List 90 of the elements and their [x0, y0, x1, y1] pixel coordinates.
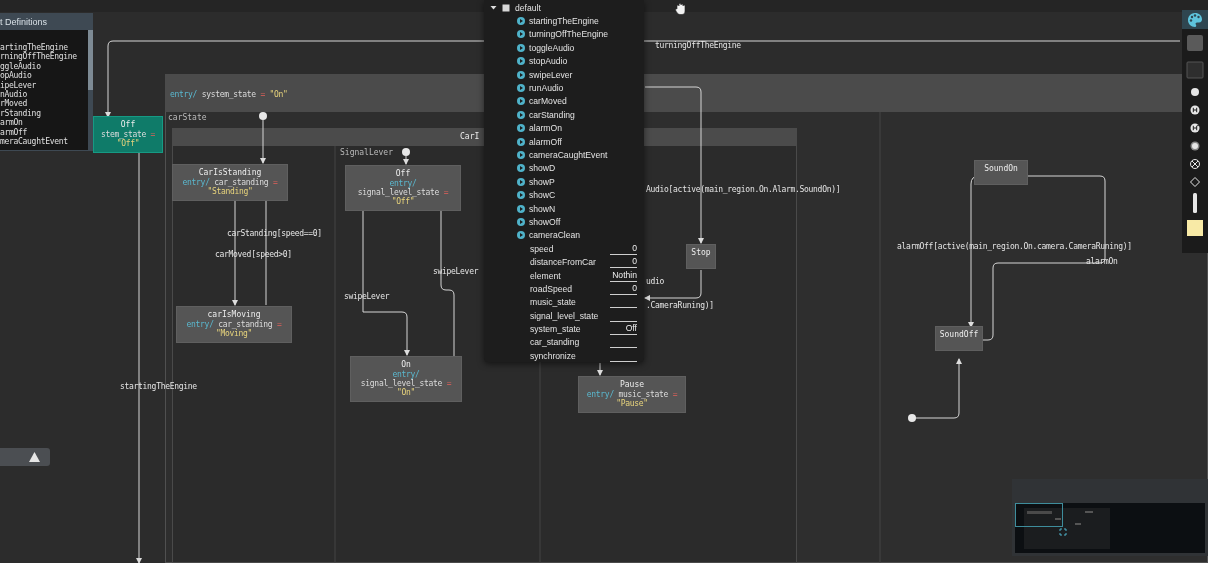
definition-line: armOff [0, 127, 29, 137]
event-item[interactable]: cameraClean [529, 230, 581, 241]
transition-label: carMoved[speed>0] [215, 250, 292, 259]
variable-name: distanceFromCar [530, 257, 596, 268]
variable-name: synchronize [530, 350, 576, 361]
event-item[interactable]: stopAudio [529, 56, 568, 67]
variable-name: system_state [530, 324, 581, 335]
event-item[interactable]: cameraCaughtEvent [529, 150, 608, 160]
definition-line: ipeLever [0, 80, 38, 90]
region-label: SignalLever [340, 148, 393, 157]
expanded-caret-icon[interactable] [490, 4, 497, 12]
entry-action: entry/ system_state = "On" [170, 90, 288, 99]
state-node[interactable]: CarIsStanding entry/ car_standing = "Standing" [172, 164, 288, 201]
entry-action: entry/ car_standing = "Standing" [181, 178, 279, 196]
transition-label: turningOffTheEngine [655, 41, 741, 50]
event-item[interactable]: showC [529, 190, 556, 201]
value-field[interactable]: 0 [610, 282, 637, 295]
definition-line: artingTheEngine [0, 43, 68, 53]
entry-action: entry/ car_standing = "Moving" [185, 320, 283, 338]
event-item[interactable]: carStanding [529, 109, 575, 120]
palette-icon[interactable] [1182, 10, 1208, 29]
transition-label: startingTheEngine [120, 382, 197, 391]
definition-line: nAudio [0, 89, 28, 99]
definition-line: ggleAudio [0, 61, 41, 72]
event-item[interactable]: showD [529, 163, 556, 174]
variable-name: music_state [530, 297, 576, 308]
event-item[interactable]: runAudio [529, 83, 564, 94]
transition-label: swipeLever [344, 292, 390, 301]
panel-title: t Definitions [0, 15, 49, 29]
state-node[interactable]: On entry/ signal_level_state = "On" [350, 356, 462, 402]
event-item[interactable]: showOff [529, 216, 561, 227]
definition-line: armOn [0, 118, 23, 128]
state-name: CarI [460, 132, 480, 141]
interface-icon [502, 3, 510, 12]
event-item[interactable]: toggleAudio [529, 42, 575, 53]
transition-arrow [644, 269, 702, 301]
fit-view-icon[interactable] [1058, 527, 1068, 537]
state-node[interactable]: Stop [686, 244, 716, 269]
region-label: carState [168, 113, 207, 122]
variable-name: car_standing [530, 337, 580, 348]
transition-label: carStanding[speed==0] [227, 229, 322, 238]
transition-arrow [597, 362, 603, 376]
transition-label: .CameraRuning)] [646, 301, 714, 310]
entry-action: stem_state = "Off" [99, 130, 157, 148]
value-field[interactable]: 0 [610, 242, 637, 255]
definition-line: rningOffTheEngine [0, 52, 78, 62]
transition-label: alarmOn [1086, 257, 1118, 266]
transition-label: Audio[active(main_region.On.Alarm.SoundOn)] [646, 185, 841, 194]
initial-state-dot [402, 148, 410, 156]
event-item[interactable]: showP [529, 176, 555, 187]
initial-state-dot [908, 414, 916, 422]
state-node[interactable]: SoundOn [974, 160, 1028, 185]
variable-name: signal_level_state [530, 310, 599, 321]
entry-action: entry/ signal_level_state = "On" [359, 370, 453, 397]
event-item[interactable]: startingTheEngine [529, 16, 599, 27]
state-node[interactable]: Off entry/ signal_level_state = "Off" [345, 165, 461, 211]
event-item[interactable]: carMoved [529, 96, 567, 107]
state-node[interactable]: SoundOff [935, 326, 983, 351]
entry-action: entry/ music_state = "Pause" [585, 390, 679, 408]
definition-line: rStanding [0, 108, 42, 119]
event-item[interactable]: showN [529, 203, 556, 214]
transition-arrow [913, 358, 962, 419]
variable-name: speed [530, 243, 554, 254]
event-item[interactable]: alarmOn [529, 123, 562, 134]
definition-line: meraCaughtEvent [0, 136, 69, 147]
event-item[interactable]: alarmOff [529, 136, 562, 147]
warning-button[interactable] [0, 448, 50, 466]
transition-label: alarmOff[active(main_region.On.camera.CameraRuning)] [897, 242, 1132, 251]
viewport-frame[interactable] [1015, 503, 1063, 527]
transition-label: swipeLever [433, 267, 479, 276]
scrollbar[interactable] [88, 30, 93, 90]
value-field[interactable]: Off [610, 323, 637, 336]
variable-name: element [530, 270, 561, 281]
event-item[interactable]: turningOffTheEngine [529, 29, 609, 40]
value-field[interactable]: Nothin [610, 269, 637, 282]
state-node[interactable]: carIsMoving entry/ car_standing = "Moving" [176, 306, 292, 343]
state-node[interactable]: Pause entry/ music_state = "Pause" [578, 376, 686, 413]
initial-state-dot [259, 112, 267, 120]
variable-name: roadSpeed [530, 283, 573, 294]
definition-line: opAudio [0, 71, 32, 81]
event-item[interactable]: swipeLever [529, 69, 573, 80]
tree-item[interactable]: default [515, 2, 541, 13]
state-node[interactable]: Off stem_state = "Off" [93, 116, 163, 153]
transition-label: udio [646, 277, 665, 286]
definition-line: rMoved [0, 99, 29, 109]
transition-arrow [403, 155, 409, 165]
minimap[interactable] [1015, 503, 1205, 553]
entry-action: entry/ signal_level_state = "Off" [356, 179, 450, 206]
value-field[interactable]: 0 [610, 256, 637, 269]
warning-icon [29, 452, 40, 462]
